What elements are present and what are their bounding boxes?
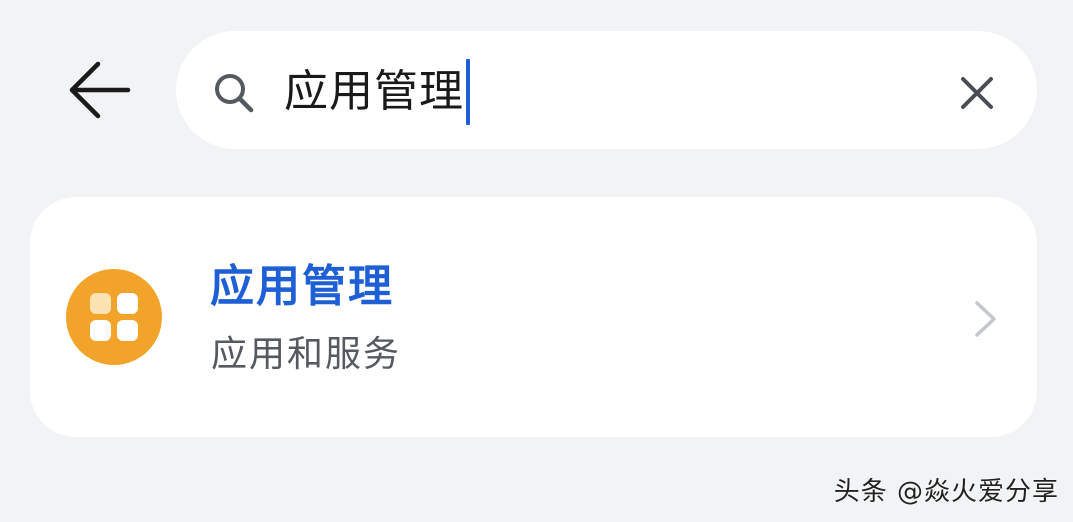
result-title: 应用管理 [210, 261, 394, 312]
search-input[interactable]: 应用管理 [284, 57, 470, 127]
search-icon [215, 74, 254, 113]
back-button[interactable] [62, 56, 138, 124]
chevron-right-icon [975, 301, 996, 337]
arrow-left-icon [69, 61, 131, 119]
settings-search-page: 应用管理 应用管理 应用和服务 头条 @焱火爱分享 [0, 0, 1073, 522]
text-cursor [466, 59, 470, 125]
watermark: 头条 @焱火爱分享 [833, 477, 1059, 507]
search-bar[interactable]: 应用管理 [176, 31, 1037, 149]
result-subtitle: 应用和服务 [211, 334, 402, 375]
search-result-item[interactable]: 应用管理 应用和服务 [30, 197, 1037, 437]
app-grid-icon [66, 269, 162, 365]
clear-search-button[interactable] [953, 69, 1001, 117]
search-input-value: 应用管理 [284, 66, 464, 117]
close-icon [961, 77, 993, 109]
